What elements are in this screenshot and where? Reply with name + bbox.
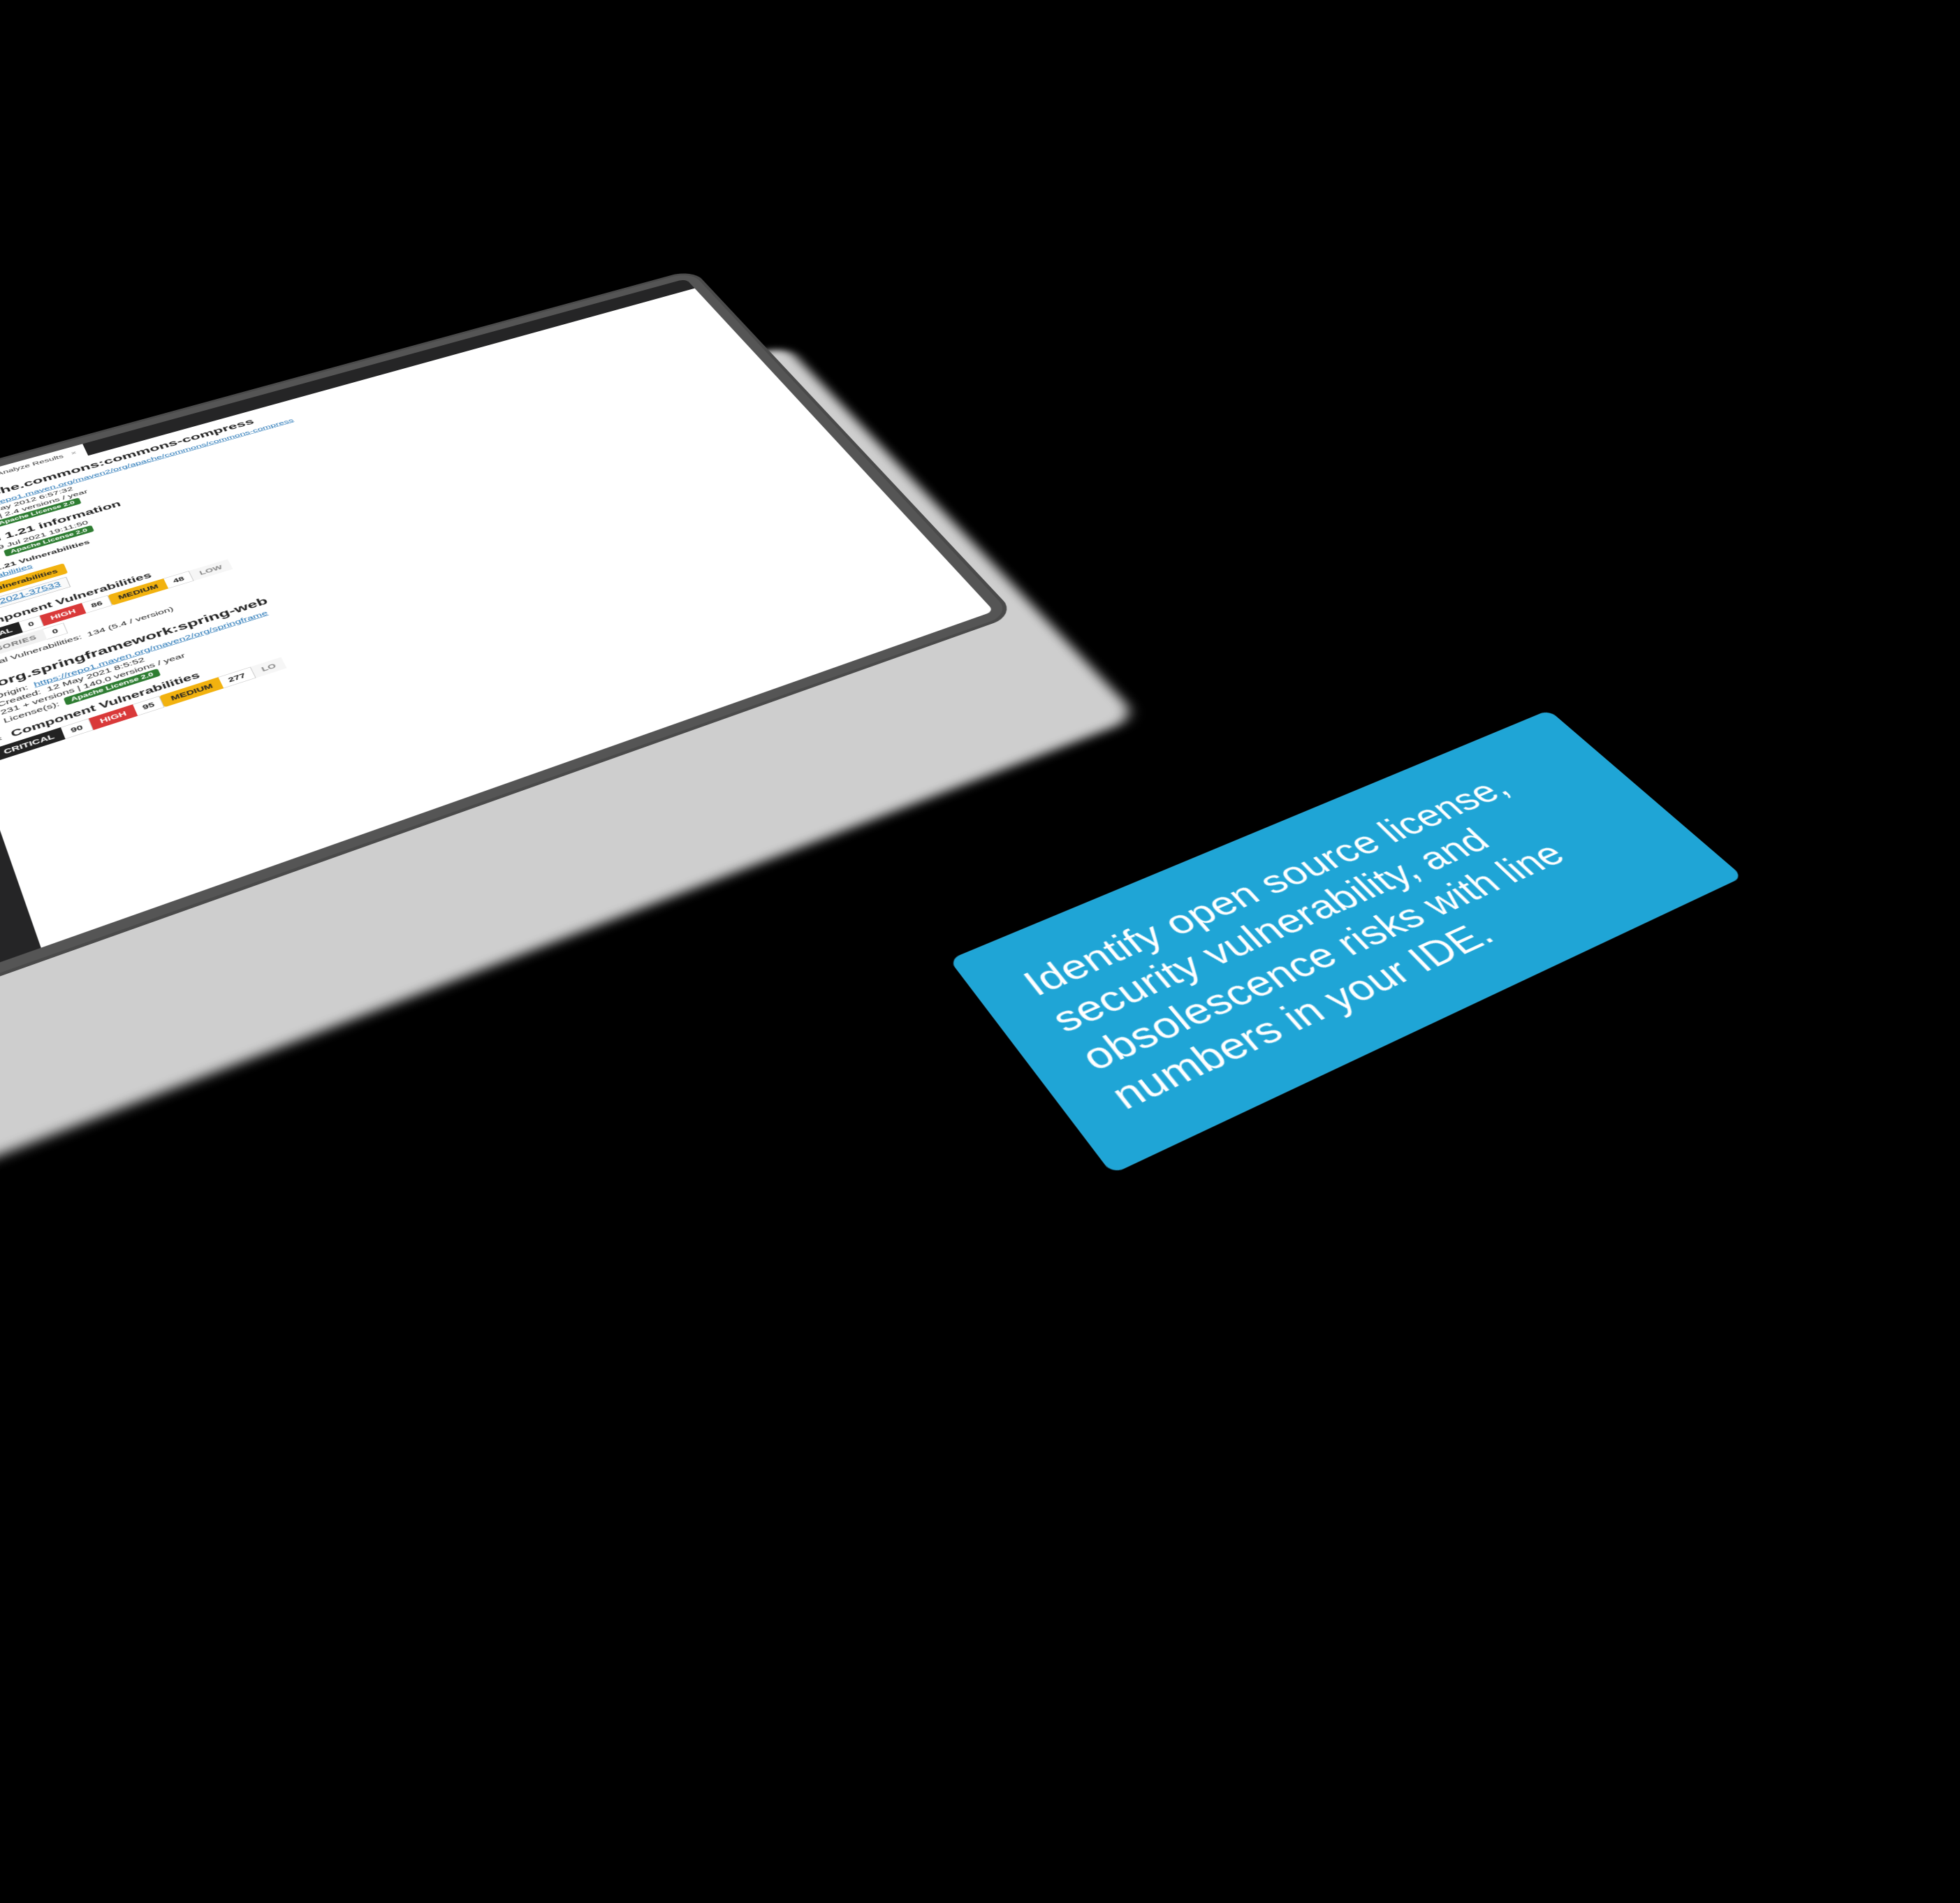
low-chip-2: LO xyxy=(250,657,286,678)
bug-icon xyxy=(0,734,5,745)
marketing-callout: Identify open source license, security v… xyxy=(949,710,1743,1174)
critical-chip: CRITICAL0 xyxy=(0,615,44,652)
high-chip-2: HIGH95 xyxy=(89,696,165,730)
created-label-2: Created: xyxy=(0,688,43,708)
total-vulns-label: Total Vulnerabilities: xyxy=(0,633,83,669)
advisories-chip: ADVISORIES0 xyxy=(0,622,68,665)
critical-chip-2: CRITICAL90 xyxy=(0,718,94,761)
versions-line-2: 231 + versions | 140.0 versions / year xyxy=(0,652,187,716)
close-icon[interactable]: × xyxy=(70,450,78,456)
component-vulns-heading-2: Component Vulnerabilities xyxy=(10,671,202,740)
origin-label-2: Origin: xyxy=(0,684,29,701)
editor-area: Get Started Analyze Results × org.apach xyxy=(0,279,994,948)
created-value-2: 12 May 2021 8:5:52 xyxy=(45,656,146,693)
origin-link-2[interactable]: https://repo1.maven.org/maven2/org/sprin… xyxy=(33,610,270,689)
medium-chip-2: MEDIUM277 xyxy=(160,667,256,708)
results-content: org.apache.commons:commons-compress Orig… xyxy=(0,289,994,948)
license-label-3: License(s): xyxy=(2,700,60,724)
license-badge-3: Apache License 2.0 xyxy=(64,669,161,706)
